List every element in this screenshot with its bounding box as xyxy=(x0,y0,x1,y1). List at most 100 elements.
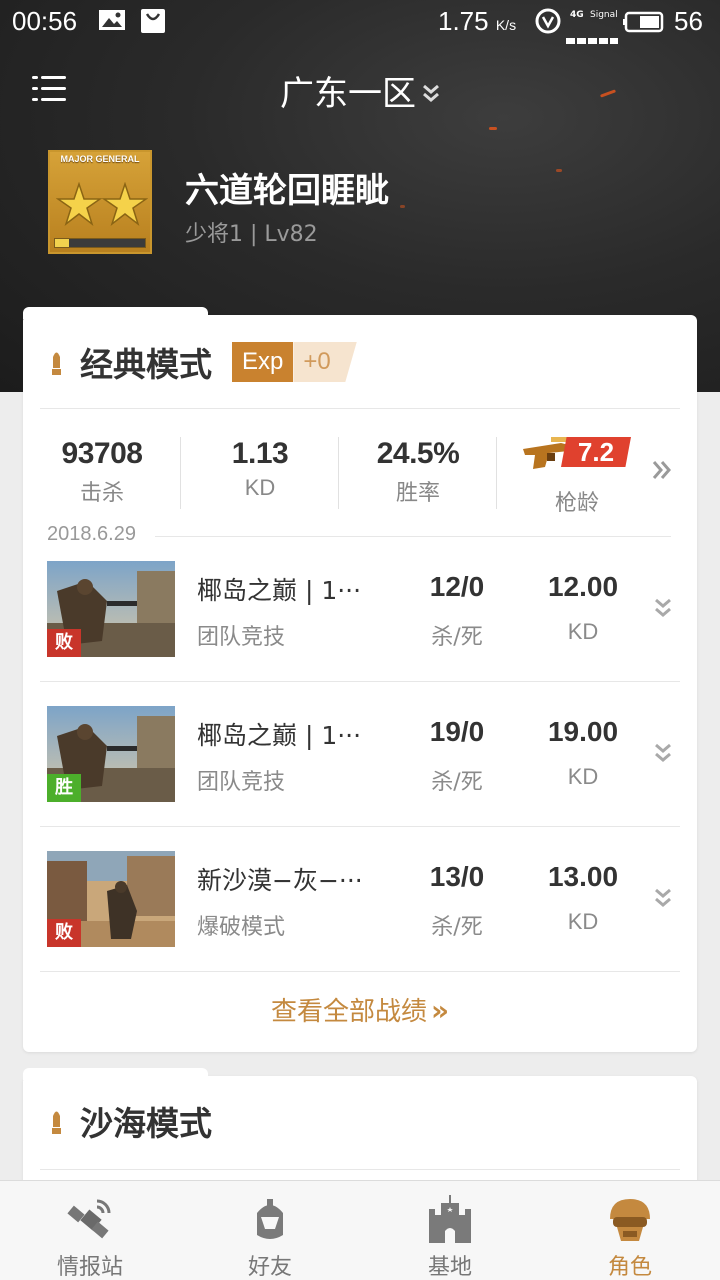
kills-deaths-label: 杀/死 xyxy=(431,915,483,940)
tab-intel[interactable]: 情报站 xyxy=(0,1181,180,1280)
game-mode: 团队竞技 xyxy=(197,770,286,795)
tab-label: 情报站 xyxy=(56,1255,123,1280)
rank-badge-text: MAJOR GENERAL xyxy=(60,154,140,164)
stat-label: 胜率 xyxy=(395,481,440,506)
divider xyxy=(40,971,680,972)
match-kd-label: KD xyxy=(567,909,599,934)
rank-progress-bar xyxy=(54,238,146,248)
chevron-down-icon xyxy=(422,83,440,108)
stat-value: 93708 xyxy=(61,437,143,470)
chevron-right-icon[interactable] xyxy=(651,455,673,490)
tab-friends[interactable]: 好友 xyxy=(180,1181,360,1280)
signal-label: Signal xyxy=(590,10,618,20)
sand-mode-header: 沙海模式 xyxy=(51,1096,212,1146)
status-time: 00:56 xyxy=(12,6,78,36)
match-row[interactable]: 胜 椰岛之巅 | 1··· 团队竞技 19/0 杀/死 19.00 KD xyxy=(47,706,673,806)
expand-chevron-icon[interactable] xyxy=(653,740,673,768)
map-name: 新沙漠−灰−··· xyxy=(197,866,363,895)
card-tab-notch xyxy=(23,1068,208,1080)
server-name: 广东一区 xyxy=(280,74,416,114)
stat-kills: 93708 击杀 xyxy=(27,437,177,507)
signal-bars-icon xyxy=(566,22,618,52)
server-selector[interactable]: 广东一区 xyxy=(0,66,720,115)
tab-base[interactable]: 基地 xyxy=(360,1181,540,1280)
gun-age-value: 7.2 xyxy=(561,437,631,467)
sand-mode-title: 沙海模式 xyxy=(80,1104,212,1143)
network-speed-unit: K/s xyxy=(495,17,517,33)
match-row[interactable]: 败 椰岛之巅 | 1··· 团队竞技 12/0 杀/死 12.00 KD xyxy=(47,561,673,661)
image-icon xyxy=(98,8,126,39)
game-mode: 团队竞技 xyxy=(197,625,286,650)
match-result-badge: 胜 xyxy=(47,774,81,802)
ember-decoration xyxy=(400,205,405,208)
stat-label: KD xyxy=(244,475,276,500)
stat-separator xyxy=(496,437,497,509)
double-chevron-right-icon: » xyxy=(430,994,450,1027)
game-mode: 爆破模式 xyxy=(197,915,286,940)
exp-value: +0 xyxy=(293,342,357,382)
star-icon xyxy=(56,182,148,227)
map-name: 椰岛之巅 | 1··· xyxy=(197,721,362,750)
date-label: 2018.6.29 xyxy=(47,523,136,545)
rank-progress-fill xyxy=(55,239,69,247)
ember-decoration xyxy=(489,127,497,130)
map-thumbnail: 败 xyxy=(47,561,175,657)
classic-mode-title: 经典模式 xyxy=(80,345,212,384)
helmet-mask-icon xyxy=(605,1195,655,1245)
classic-mode-card: 经典模式 Exp +0 93708 击杀 1.13 KD 24.5% 胜率 7.… xyxy=(23,307,697,1052)
match-kd: 13.00 xyxy=(547,861,619,892)
shopping-bag-icon xyxy=(140,8,166,41)
match-kd-label: KD xyxy=(567,619,599,644)
gun-age-badge[interactable]: 7.2 xyxy=(521,433,631,473)
player-level: 少将1 | Lv82 xyxy=(185,222,318,247)
map-thumbnail: 败 xyxy=(47,851,175,947)
satellite-icon xyxy=(65,1195,115,1245)
bottom-tab-bar: 情报站 好友 基地 角色 xyxy=(0,1180,720,1280)
stat-label: 击杀 xyxy=(79,481,124,506)
card-tab-notch xyxy=(23,307,208,319)
tab-character[interactable]: 角色 xyxy=(540,1181,720,1280)
vpn-icon xyxy=(535,8,561,41)
castle-icon xyxy=(425,1195,475,1245)
stat-value: 24.5% xyxy=(376,437,460,470)
match-row[interactable]: 败 新沙漠−灰−··· 爆破模式 13/0 杀/死 13.00 KD xyxy=(47,851,673,951)
view-all-records-link[interactable]: 查看全部战绩» xyxy=(23,991,697,1028)
bullet-icon xyxy=(51,1107,62,1135)
kills-deaths-label: 杀/死 xyxy=(431,770,483,795)
stat-kd: 1.13 KD xyxy=(185,437,335,501)
network-speed-value: 1.75 xyxy=(438,6,489,36)
soldier-helmet-icon xyxy=(245,1195,295,1245)
expand-chevron-icon[interactable] xyxy=(653,885,673,913)
network-type-label: 4G xyxy=(570,10,584,20)
view-all-label: 查看全部战绩 xyxy=(270,997,427,1027)
map-name: 椰岛之巅 | 1··· xyxy=(197,576,362,605)
exp-chip: Exp +0 xyxy=(232,342,357,382)
divider xyxy=(40,681,680,682)
kills-deaths: 12/0 xyxy=(429,571,485,602)
rank-badge: MAJOR GENERAL xyxy=(48,150,152,254)
stat-value: 1.13 xyxy=(231,437,289,470)
expand-chevron-icon[interactable] xyxy=(653,595,673,623)
tab-label: 好友 xyxy=(247,1255,292,1280)
gun-age-label: 枪龄 xyxy=(554,491,599,516)
kills-deaths-label: 杀/死 xyxy=(431,625,483,650)
top-header: 广东一区 xyxy=(0,64,720,114)
match-result-badge: 败 xyxy=(47,919,81,947)
divider xyxy=(40,1169,680,1170)
match-kd: 12.00 xyxy=(547,571,619,602)
divider xyxy=(40,826,680,827)
divider xyxy=(40,408,680,409)
tab-label: 角色 xyxy=(607,1255,652,1280)
network-speed: 1.75 K/s xyxy=(438,6,516,37)
map-thumbnail: 胜 xyxy=(47,706,175,802)
player-name: 六道轮回睚眦 xyxy=(185,171,389,211)
stat-separator xyxy=(338,437,339,509)
tab-label: 基地 xyxy=(427,1255,472,1280)
stat-separator xyxy=(180,437,181,509)
kills-deaths: 19/0 xyxy=(429,716,485,747)
battery-icon xyxy=(622,10,666,40)
match-kd: 19.00 xyxy=(547,716,619,747)
divider xyxy=(155,536,671,537)
classic-mode-header: 经典模式 Exp +0 xyxy=(51,337,357,387)
status-bar: 00:56 1.75 K/s 4G Signal 56 xyxy=(0,0,720,44)
